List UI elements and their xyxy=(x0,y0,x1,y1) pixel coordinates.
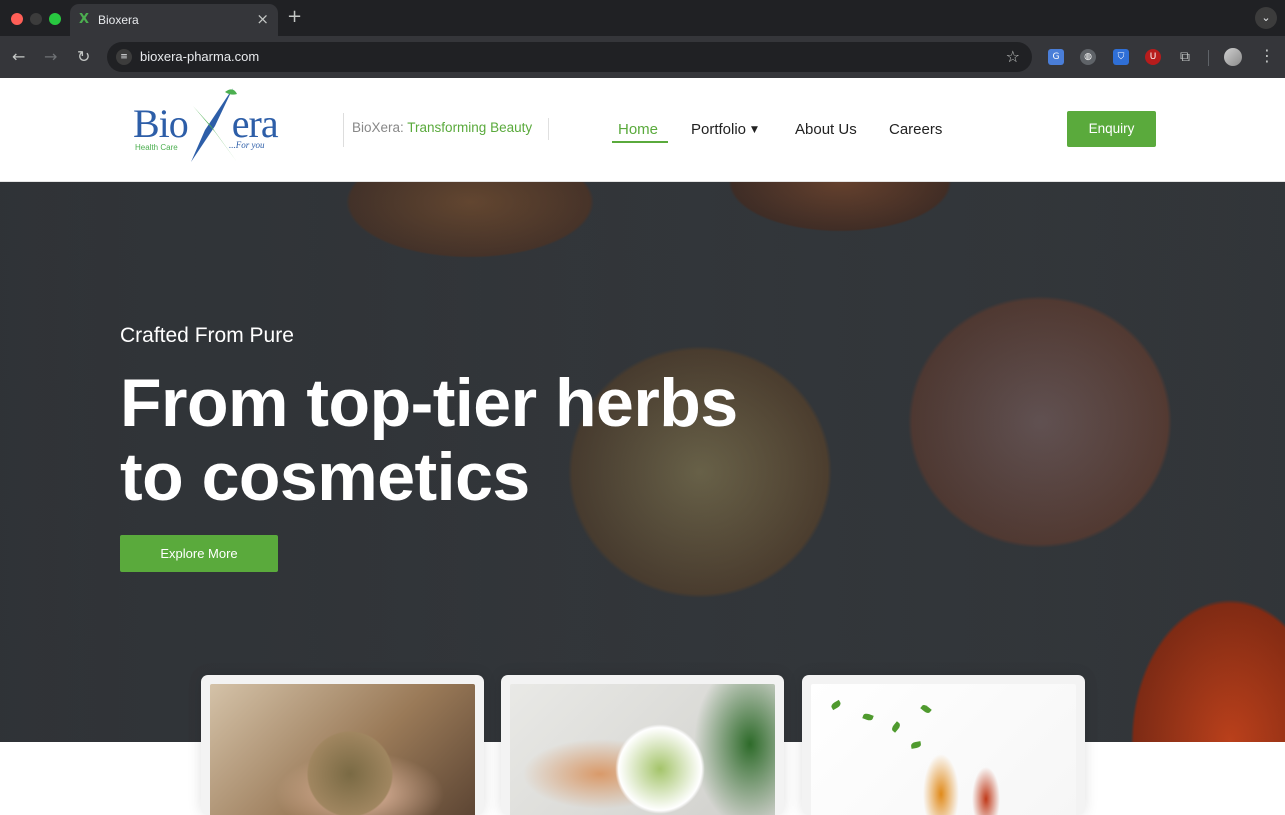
feature-card-herbs[interactable] xyxy=(201,675,484,815)
minimize-window-button[interactable] xyxy=(30,13,42,25)
toolbar-divider xyxy=(1208,50,1209,66)
hero-title-line-2: to cosmetics xyxy=(120,439,530,515)
nav-active-indicator xyxy=(612,141,668,143)
browser-toolbar: ← → ↻ ≡ bioxera-pharma.com ☆ G ◍ ⛉ U ⧉ ⋮ xyxy=(0,36,1285,78)
close-window-button[interactable] xyxy=(11,13,23,25)
leaf-icon xyxy=(890,721,902,733)
nav-home[interactable]: Home xyxy=(618,121,658,138)
browser-tab[interactable]: X Bioxera × xyxy=(70,4,278,36)
star-icon[interactable]: ☆ xyxy=(1006,47,1020,66)
hero-section: Crafted From Pure From top-tier herbs to… xyxy=(0,182,1285,742)
nav-about-us[interactable]: About Us xyxy=(795,121,857,138)
tagline-divider-right xyxy=(548,118,549,140)
explore-more-button[interactable]: Explore More xyxy=(120,535,278,572)
hero-title-line-1: From top-tier herbs xyxy=(120,365,738,441)
brand-tagline: BioXera: Transforming Beauty xyxy=(352,120,532,135)
hero-title: From top-tier herbs to cosmetics xyxy=(120,366,880,514)
translate-icon[interactable]: G xyxy=(1048,49,1064,65)
card-image-herbs xyxy=(210,684,475,815)
site-header: Bio era Health Care ...For you BioXera: T… xyxy=(0,78,1285,182)
address-bar[interactable]: ≡ bioxera-pharma.com ☆ xyxy=(107,42,1032,72)
chevron-down-icon[interactable]: ⌄ xyxy=(1255,7,1277,29)
logo-tagline: ...For you xyxy=(229,140,265,150)
site-info-icon[interactable]: ≡ xyxy=(116,49,132,65)
profile-icon[interactable] xyxy=(1224,48,1242,66)
bioxera-logo[interactable]: Bio era Health Care ...For you xyxy=(133,88,283,168)
caret-down-icon: ▼ xyxy=(751,125,758,135)
logo-wordmark-left: Bio xyxy=(133,101,189,146)
reload-icon[interactable]: ↻ xyxy=(77,47,90,66)
tagline-brand: BioXera: xyxy=(352,120,404,135)
puzzle-icon[interactable]: ⧉ xyxy=(1177,49,1193,65)
leaf-icon xyxy=(910,741,922,749)
tagline-divider xyxy=(343,113,344,147)
forward-arrow-icon[interactable]: → xyxy=(44,47,57,66)
maximize-window-button[interactable] xyxy=(49,13,61,25)
shield-icon[interactable]: ⛉ xyxy=(1113,49,1129,65)
favicon-icon: X xyxy=(79,12,90,27)
logo-subtitle: Health Care xyxy=(135,143,178,152)
card-image-cosmetics xyxy=(510,684,775,815)
leaf-icon xyxy=(862,712,874,722)
nav-careers[interactable]: Careers xyxy=(889,121,942,138)
hero-pretitle: Crafted From Pure xyxy=(120,324,294,347)
leaf-icon xyxy=(920,703,932,715)
kebab-icon[interactable]: ⋮ xyxy=(1259,46,1275,65)
tab-title: Bioxera xyxy=(98,13,139,27)
plus-icon[interactable]: + xyxy=(287,6,302,27)
tagline-text: Transforming Beauty xyxy=(407,120,533,135)
nav-portfolio-label: Portfolio xyxy=(691,121,747,138)
globe-icon[interactable]: ◍ xyxy=(1080,49,1096,65)
back-arrow-icon[interactable]: ← xyxy=(12,47,25,66)
feature-card-oils[interactable] xyxy=(802,675,1085,815)
nav-portfolio[interactable]: Portfolio ▼ xyxy=(691,121,758,138)
card-image-oils xyxy=(811,684,1076,815)
close-icon[interactable]: × xyxy=(256,10,269,28)
feature-card-cosmetics[interactable] xyxy=(501,675,784,815)
browser-tab-bar: X Bioxera × + ⌄ xyxy=(0,0,1285,36)
leaf-icon xyxy=(830,699,842,711)
url-text[interactable]: bioxera-pharma.com xyxy=(140,49,259,64)
ublock-icon[interactable]: U xyxy=(1145,49,1161,65)
logo-x-mark xyxy=(191,88,237,162)
enquiry-button[interactable]: Enquiry xyxy=(1067,111,1156,147)
